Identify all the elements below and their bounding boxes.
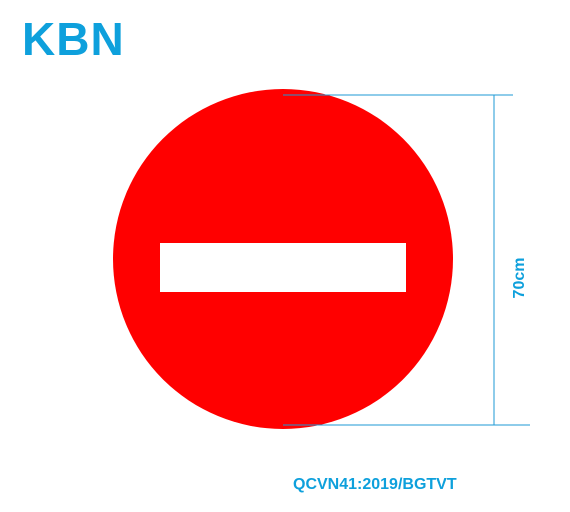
sign-diagram: 70cm [113, 89, 530, 429]
standard-reference: QCVN41:2019/BGTVT [293, 476, 457, 493]
no-entry-sign-bar [160, 243, 406, 292]
dimension-label: 70cm [511, 258, 528, 299]
